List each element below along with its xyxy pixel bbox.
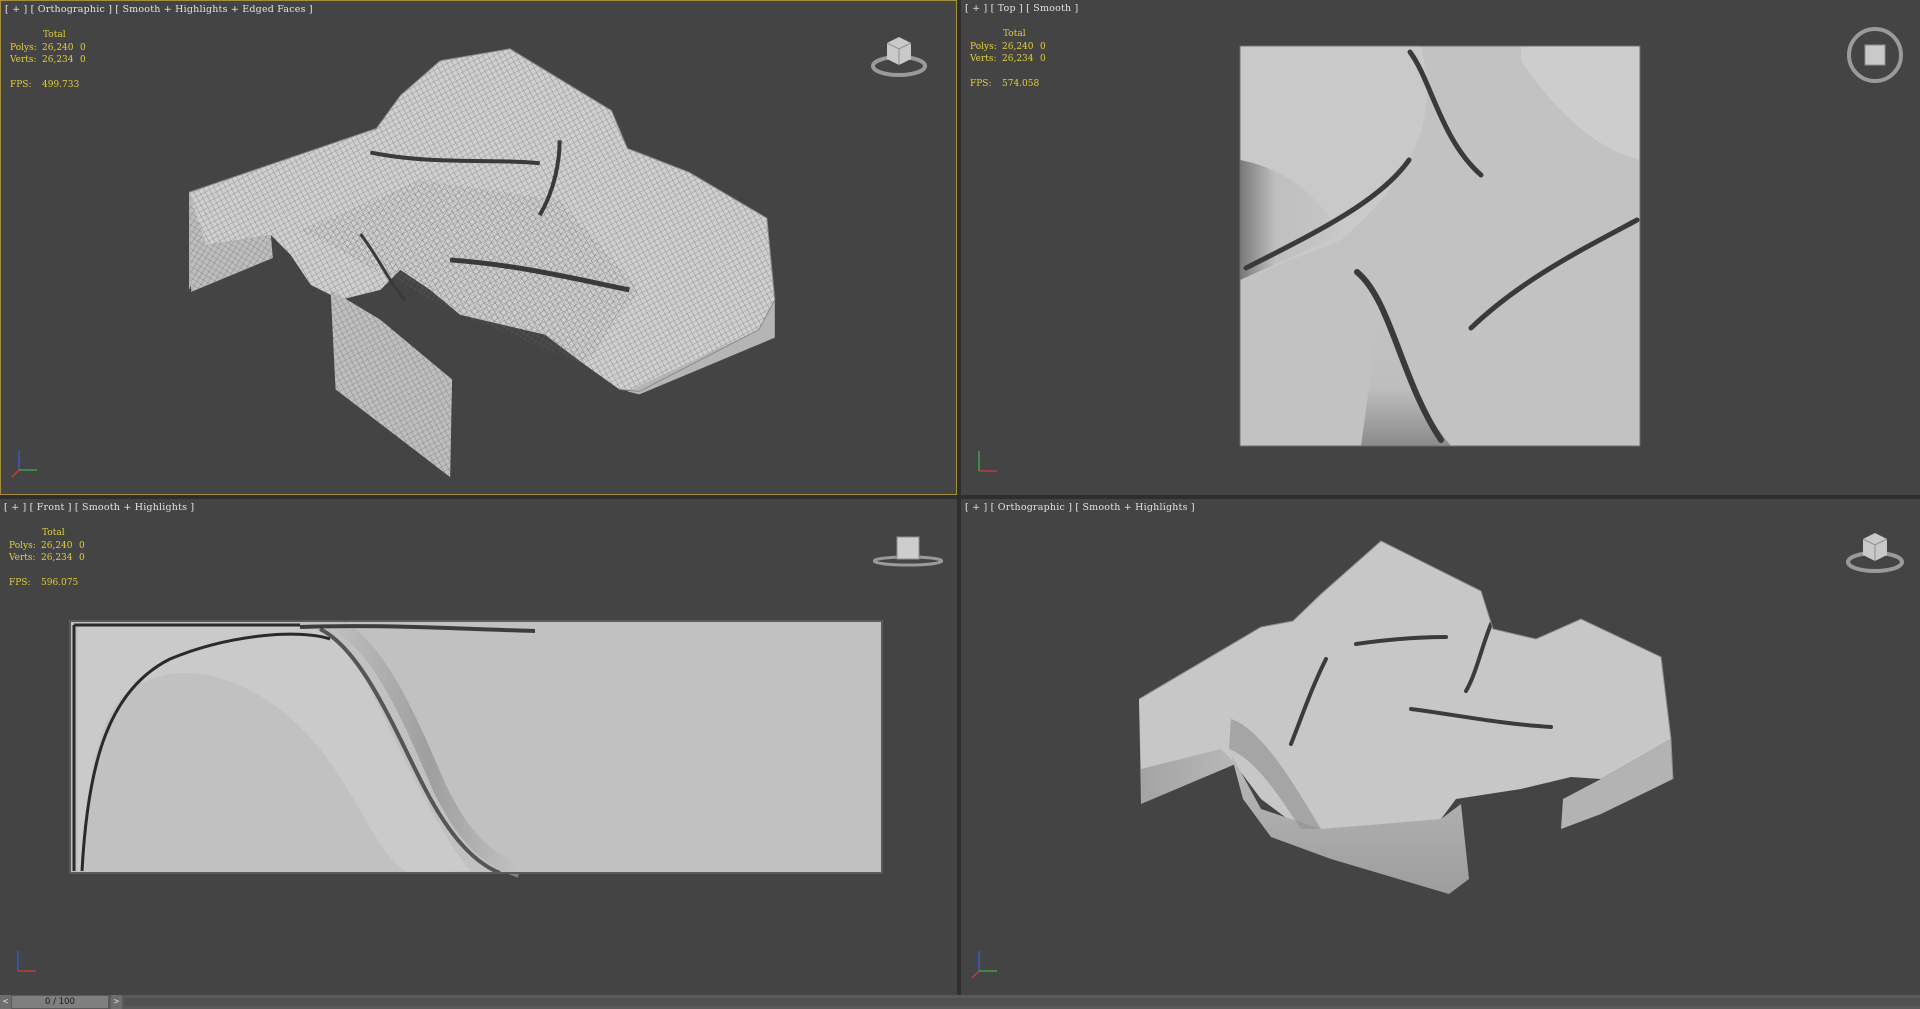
stats-total-label: Total bbox=[42, 528, 65, 538]
fps-value: 499.733 bbox=[42, 79, 80, 90]
fps-label: FPS: bbox=[9, 577, 31, 588]
polys-value: 26,240 bbox=[42, 42, 74, 53]
verts-label: Verts: bbox=[10, 55, 37, 65]
viewport-label[interactable]: [ + ] [ Orthographic ] [ Smooth + Highli… bbox=[5, 4, 313, 15]
viewcube-icon[interactable] bbox=[1840, 517, 1910, 587]
model-edged-faces bbox=[189, 48, 776, 478]
viewcube-icon[interactable] bbox=[864, 21, 934, 91]
viewport-label[interactable]: [ + ] [ Front ] [ Smooth + Highlights ] bbox=[4, 502, 194, 513]
viewport-label[interactable]: [ + ] [ Top ] [ Smooth ] bbox=[965, 3, 1078, 14]
polys-label: Polys: bbox=[9, 540, 36, 551]
stats-total-label: Total bbox=[43, 30, 66, 40]
model-shaded-perspective bbox=[1138, 540, 1674, 894]
verts-selected: 0 bbox=[79, 553, 85, 563]
verts-value: 26,234 bbox=[42, 55, 74, 65]
viewport-label[interactable]: [ + ] [ Orthographic ] [ Smooth + Highli… bbox=[965, 502, 1195, 513]
fps-value: 574.058 bbox=[1002, 78, 1040, 89]
verts-selected: 0 bbox=[80, 55, 86, 65]
polys-value: 26,240 bbox=[1002, 41, 1034, 52]
axis-tripod-icon bbox=[17, 951, 36, 972]
axis-tripod-icon bbox=[971, 951, 997, 979]
viewport-orthographic-edged[interactable]: [ + ] [ Orthographic ] [ Smooth + Highli… bbox=[0, 0, 957, 495]
viewport-orthographic-shaded[interactable]: [ + ] [ Orthographic ] [ Smooth + Highli… bbox=[961, 499, 1920, 995]
polys-selected: 0 bbox=[79, 540, 85, 551]
verts-value: 26,234 bbox=[41, 553, 73, 563]
stats-overlay: Total Polys: 26,240 0 Verts: 26,234 0 FPS: 59… bbox=[9, 527, 85, 589]
stats-overlay: Total Polys: 26,240 0 Verts: 26,234 0 FPS: 49… bbox=[10, 29, 86, 91]
polys-label: Polys: bbox=[10, 42, 37, 53]
viewcube-icon[interactable] bbox=[1840, 20, 1910, 90]
polys-value: 26,240 bbox=[41, 540, 73, 551]
verts-selected: 0 bbox=[1040, 54, 1046, 64]
fps-value: 596.075 bbox=[41, 577, 79, 588]
time-next-button[interactable]: > bbox=[111, 995, 122, 1009]
time-slider-track[interactable] bbox=[124, 998, 1920, 1006]
verts-value: 26,234 bbox=[1002, 54, 1034, 64]
model-front-view bbox=[69, 620, 883, 878]
time-prev-button[interactable]: < bbox=[0, 995, 11, 1009]
stats-total-label: Total bbox=[1003, 29, 1026, 39]
polys-label: Polys: bbox=[970, 41, 997, 52]
verts-label: Verts: bbox=[970, 54, 997, 64]
model-top-view bbox=[1239, 45, 1641, 447]
viewport-top[interactable]: [ + ] [ Top ] [ Smooth ] Total Polys: 26,… bbox=[961, 0, 1920, 495]
polys-selected: 0 bbox=[80, 42, 86, 53]
polys-selected: 0 bbox=[1040, 41, 1046, 52]
axis-tripod-icon bbox=[11, 450, 37, 478]
fps-label: FPS: bbox=[10, 79, 32, 90]
time-slider-bar: < 0 / 100 > bbox=[0, 995, 1920, 1009]
stats-overlay: Total Polys: 26,240 0 Verts: 26,234 0 FPS: 57… bbox=[970, 28, 1046, 90]
verts-label: Verts: bbox=[9, 553, 36, 563]
viewport-front[interactable]: [ + ] [ Front ] [ Smooth + Highlights ] … bbox=[0, 499, 957, 995]
fps-label: FPS: bbox=[970, 78, 992, 89]
viewcube-icon[interactable] bbox=[873, 515, 943, 585]
axis-tripod-icon bbox=[978, 451, 997, 472]
time-slider-thumb[interactable]: 0 / 100 bbox=[12, 996, 108, 1008]
